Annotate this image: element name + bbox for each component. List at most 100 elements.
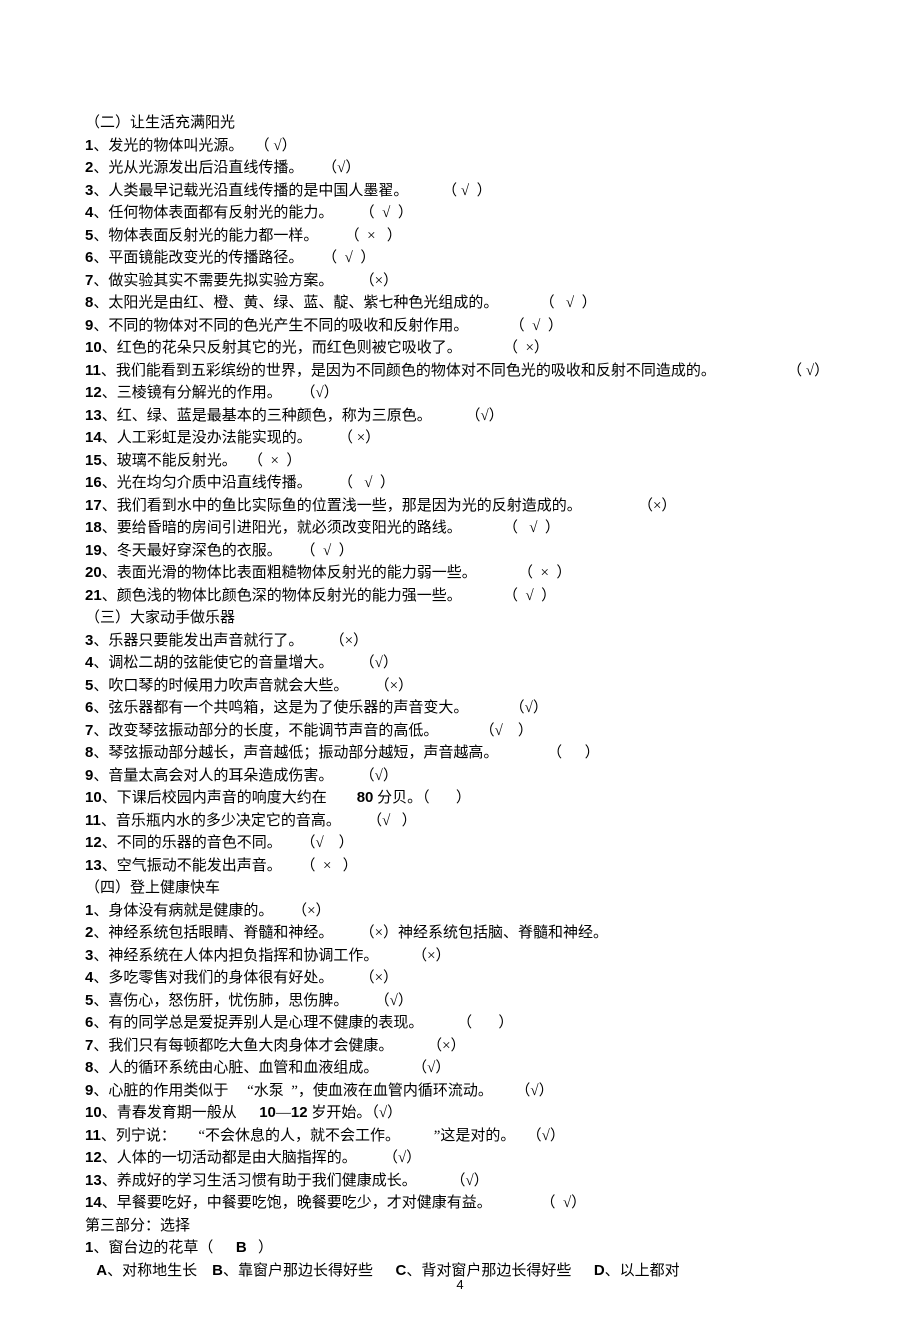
line-text: 、神经系统在人体内担负指挥和协调工作。 （×） bbox=[93, 948, 450, 964]
text-line: 8、琴弦振动部分越长，声音越低；振动部分越短，声音越高。 （ ） bbox=[85, 742, 832, 765]
text-line: 7、改变琴弦振动部分的长度，不能调节声音的高低。 （√ ） bbox=[85, 720, 832, 743]
line-text: （四）登上健康快车 bbox=[85, 880, 220, 896]
line-text: 、太阳光是由红、橙、黄、绿、蓝、靛、紫七种色光组成的。 （ √ ） bbox=[93, 295, 596, 311]
line-number: 12 bbox=[85, 834, 102, 851]
text-line: 21、颜色浅的物体比颜色深的物体反射光的能力强一些。 （ √ ） bbox=[85, 585, 832, 608]
text-line: 2、神经系统包括眼睛、脊髓和神经。 （×）神经系统包括脑、脊髓和神经。 bbox=[85, 922, 832, 945]
line-number: 10 bbox=[85, 339, 102, 356]
text-line: 5、物体表面反射光的能力都一样。 （ × ） bbox=[85, 225, 832, 248]
text-line: 12、三棱镜有分解光的作用。 （√） bbox=[85, 382, 832, 405]
line-number: 18 bbox=[85, 519, 102, 536]
document-page: （二）让生活充满阳光 1、发光的物体叫光源。 （ √）2、光从光源发出后沿直线传播… bbox=[0, 0, 920, 1322]
text-line: 1、窗台边的花草（ B ） bbox=[85, 1237, 832, 1260]
line-text: 、任何物体表面都有反射光的能力。 （ √ ） bbox=[93, 205, 412, 221]
page-number: 4 bbox=[0, 1275, 920, 1295]
line-number: 19 bbox=[85, 542, 102, 559]
text-line: 10、下课后校园内声音的响度大约在 80 分贝。（ ） bbox=[85, 787, 832, 810]
line-text: 分贝。（ ） bbox=[373, 790, 471, 806]
line-text: 、人工彩虹是没办法能实现的。 （ ×） bbox=[102, 430, 380, 446]
line-text: ） bbox=[247, 1240, 273, 1256]
text-line: 12、人体的一切活动都是由大脑指挥的。 （√） bbox=[85, 1147, 832, 1170]
text-line: （三）大家动手做乐器 bbox=[85, 607, 832, 630]
text-line: 10、青春发育期一般从 10—12 岁开始。（√） bbox=[85, 1102, 832, 1125]
line-text: 、下课后校园内声音的响度大约在 bbox=[102, 790, 357, 806]
line-text: 、青春发育期一般从 bbox=[102, 1105, 260, 1121]
text-line: 6、平面镜能改变光的传播路径。 （ √ ） bbox=[85, 247, 832, 270]
line-text: 、多吃零售对我们的身体很有好处。 （×） bbox=[93, 970, 398, 986]
line-text: 、做实验其实不需要先拟实验方案。 （×） bbox=[93, 273, 398, 289]
text-line: 14、早餐要吃好，中餐要吃饱，晚餐要吃少，才对健康有益。 （ √） bbox=[85, 1192, 832, 1215]
line-text: 、平面镜能改变光的传播路径。 （ √ ） bbox=[93, 250, 375, 266]
text-line: 8、太阳光是由红、橙、黄、绿、蓝、靛、紫七种色光组成的。 （ √ ） bbox=[85, 292, 832, 315]
line-text: 、发光的物体叫光源。 （ √） bbox=[93, 138, 296, 154]
line-number: 21 bbox=[85, 587, 102, 604]
line-text: 第三部分：选择 bbox=[85, 1218, 190, 1234]
line-text: 、颜色浅的物体比颜色深的物体反射光的能力强一些。 （ √ ） bbox=[102, 588, 557, 604]
text-line: 7、我们只有每顿都吃大鱼大肉身体才会健康。 （×） bbox=[85, 1035, 832, 1058]
text-line: 5、吹口琴的时候用力吹声音就会大些。 （×） bbox=[85, 675, 832, 698]
text-line: 3、神经系统在人体内担负指挥和协调工作。 （×） bbox=[85, 945, 832, 968]
line-number: B bbox=[236, 1239, 247, 1256]
text-line: 1、发光的物体叫光源。 （ √） bbox=[85, 135, 832, 158]
line-text: 、身体没有病就是健康的。 （×） bbox=[93, 903, 330, 919]
line-text: 、音乐瓶内水的多少决定它的音高。 （√ ） bbox=[101, 813, 417, 829]
text-line: 3、人类最早记载光沿直线传播的是中国人墨翟。 （ √ ） bbox=[85, 180, 832, 203]
line-text: 、我们只有每顿都吃大鱼大肉身体才会健康。 （×） bbox=[93, 1038, 465, 1054]
text-line: 6、弦乐器都有一个共鸣箱，这是为了使乐器的声音变大。 （√） bbox=[85, 697, 832, 720]
document-body: （二）让生活充满阳光 1、发光的物体叫光源。 （ √）2、光从光源发出后沿直线传播… bbox=[85, 112, 832, 1282]
line-text: （二）让生活充满阳光 bbox=[85, 115, 235, 131]
text-line: 15、玻璃不能反射光。 （ × ） bbox=[85, 450, 832, 473]
line-number: 11 bbox=[85, 1127, 101, 1144]
text-line: 2、光从光源发出后沿直线传播。 （√） bbox=[85, 157, 832, 180]
line-number: 17 bbox=[85, 497, 102, 514]
line-number: 12 bbox=[85, 384, 102, 401]
text-line: 8、人的循环系统由心脏、血管和血液组成。 （√） bbox=[85, 1057, 832, 1080]
line-text: 、不同的物体对不同的色光产生不同的吸收和反射作用。 （ √ ） bbox=[93, 318, 563, 334]
text-line: 1、身体没有病就是健康的。 （×） bbox=[85, 900, 832, 923]
line-number: 12 bbox=[85, 1149, 102, 1166]
text-line: 6、有的同学总是爱捉弄别人是心理不健康的表现。 （ ） bbox=[85, 1012, 832, 1035]
line-text: 、琴弦振动部分越长，声音越低；振动部分越短，声音越高。 （ ） bbox=[93, 745, 599, 761]
line-number: 12 bbox=[291, 1104, 308, 1121]
text-line: 9、音量太高会对人的耳朵造成伤害。 （√） bbox=[85, 765, 832, 788]
text-line: 19、冬天最好穿深色的衣服。 （ √ ） bbox=[85, 540, 832, 563]
text-line: 13、空气振动不能发出声音。 （ × ） bbox=[85, 855, 832, 878]
text-line: 11、音乐瓶内水的多少决定它的音高。 （√ ） bbox=[85, 810, 832, 833]
line-text: 、列宁说： “不会休息的人，就不会工作。 ”这是对的。 （√） bbox=[101, 1128, 565, 1144]
line-number: 10 bbox=[85, 789, 102, 806]
text-line: 10、红色的花朵只反射其它的光，而红色则被它吸收了。 （ ×） bbox=[85, 337, 832, 360]
text-line: 13、养成好的学习生活习惯有助于我们健康成长。 （√） bbox=[85, 1170, 832, 1193]
text-line: 第三部分：选择 bbox=[85, 1215, 832, 1238]
line-text: 、吹口琴的时候用力吹声音就会大些。 （×） bbox=[93, 678, 413, 694]
line-number: 11 bbox=[85, 812, 101, 829]
text-line: 11、我们能看到五彩缤纷的世界，是因为不同颜色的物体对不同色光的吸收和反射不同造… bbox=[85, 360, 832, 383]
text-line: 16、光在均匀介质中沿直线传播。 （ √ ） bbox=[85, 472, 832, 495]
line-text: 、三棱镜有分解光的作用。 （√） bbox=[102, 385, 339, 401]
text-line: 3、乐器只要能发出声音就行了。 （×） bbox=[85, 630, 832, 653]
line-text: 、红、绿、蓝是最基本的三种颜色，称为三原色。 （√） bbox=[102, 408, 504, 424]
line-text: 、心脏的作用类似于 “水泵 ”，使血液在血管内循环流动。 （√） bbox=[93, 1083, 553, 1099]
text-line: 13、红、绿、蓝是最基本的三种颜色，称为三原色。 （√） bbox=[85, 405, 832, 428]
line-text: 、乐器只要能发出声音就行了。 （×） bbox=[93, 633, 368, 649]
text-line: 11、列宁说： “不会休息的人，就不会工作。 ”这是对的。 （√） bbox=[85, 1125, 832, 1148]
text-line: 20、表面光滑的物体比表面粗糙物体反射光的能力弱一些。 （ × ） bbox=[85, 562, 832, 585]
line-text: 、有的同学总是爱捉弄别人是心理不健康的表现。 （ ） bbox=[93, 1015, 513, 1031]
text-line: 12、不同的乐器的音色不同。 （√ ） bbox=[85, 832, 832, 855]
text-line: 4、多吃零售对我们的身体很有好处。 （×） bbox=[85, 967, 832, 990]
line-text: 岁开始。（√） bbox=[308, 1105, 402, 1121]
line-text: 、早餐要吃好，中餐要吃饱，晚餐要吃少，才对健康有益。 （ √） bbox=[102, 1195, 587, 1211]
text-line: 4、任何物体表面都有反射光的能力。 （ √ ） bbox=[85, 202, 832, 225]
line-number: 20 bbox=[85, 564, 102, 581]
line-text: 、我们看到水中的鱼比实际鱼的位置浅一些，那是因为光的反射造成的。 （×） bbox=[102, 498, 677, 514]
text-line: 9、不同的物体对不同的色光产生不同的吸收和反射作用。 （ √ ） bbox=[85, 315, 832, 338]
line-number: 10 bbox=[259, 1104, 276, 1121]
line-number: 13 bbox=[85, 407, 102, 424]
text-line: 14、人工彩虹是没办法能实现的。 （ ×） bbox=[85, 427, 832, 450]
line-text: 、光在均匀介质中沿直线传播。 （ √ ） bbox=[102, 475, 395, 491]
line-number: 14 bbox=[85, 1194, 102, 1211]
line-text: 、窗台边的花草（ bbox=[93, 1240, 236, 1256]
text-line: 4、调松二胡的弦能使它的音量增大。 （√） bbox=[85, 652, 832, 675]
line-text: 、冬天最好穿深色的衣服。 （ √ ） bbox=[102, 543, 354, 559]
line-text: 、音量太高会对人的耳朵造成伤害。 （√） bbox=[93, 768, 397, 784]
text-line: 9、心脏的作用类似于 “水泵 ”，使血液在血管内循环流动。 （√） bbox=[85, 1080, 832, 1103]
